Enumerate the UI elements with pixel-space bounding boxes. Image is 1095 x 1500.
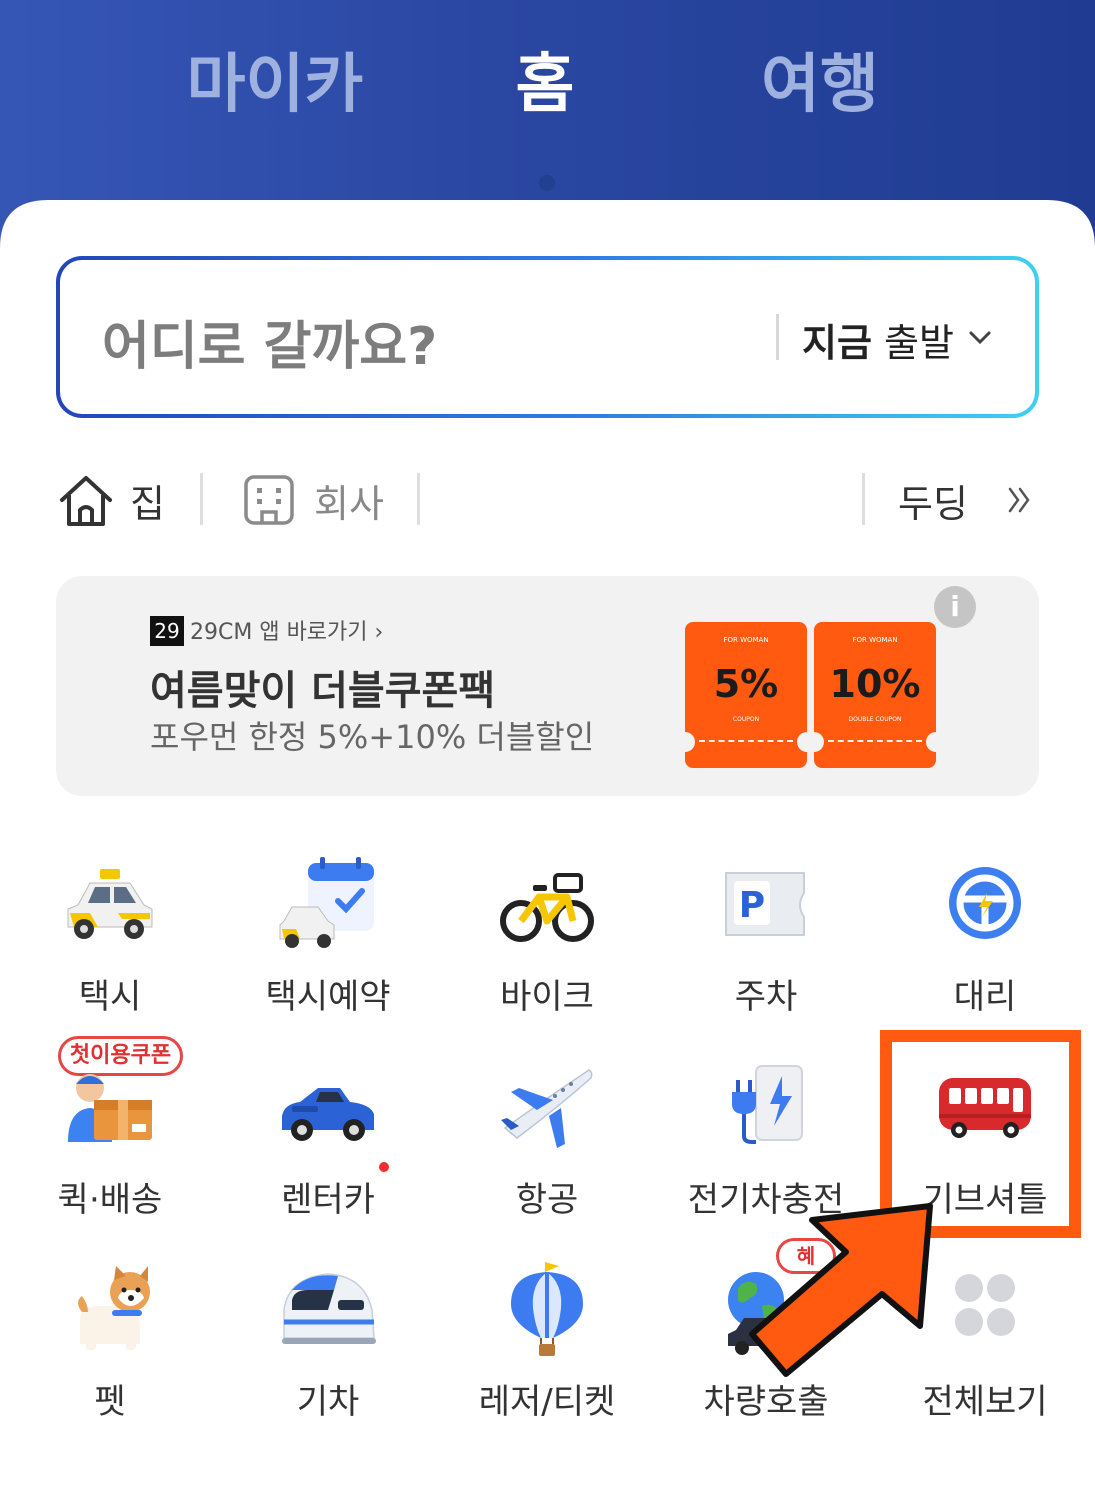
service-bike[interactable]: 바이크 [457, 855, 637, 1025]
coupon-notch [926, 732, 936, 752]
coupon-bottom-text: COUPON [732, 716, 760, 723]
service-train[interactable]: 기차 [238, 1260, 418, 1430]
depart-now: 지금 [802, 321, 872, 365]
service-label: 펫 [94, 1382, 126, 1422]
service-flight[interactable]: 항공 [457, 1058, 637, 1228]
place-home[interactable]: 집 [56, 465, 165, 535]
depart-label: 출발 [871, 321, 954, 365]
coupon-perforation [699, 740, 793, 742]
service-quick-delivery[interactable]: 퀵·배송 [20, 1058, 200, 1228]
coupon-notch [685, 732, 695, 752]
service-label: 대리 [953, 977, 1017, 1017]
service-label: 주차 [734, 977, 798, 1017]
coupon-bottom-text: DOUBLE COUPON [848, 716, 902, 723]
banner-subtitle: 포우먼 한정 5%+10% 더블할인 [150, 718, 595, 756]
place-work-label: 회사 [314, 481, 384, 526]
parking-icon: P [725, 872, 805, 936]
bike-icon [500, 873, 594, 942]
service-parking[interactable]: P 주차 [676, 855, 856, 1025]
delivery-person-icon [68, 1074, 152, 1142]
coupon-top-text: FOR WOMAN [723, 636, 769, 644]
coupon-notch [797, 732, 807, 752]
building-icon [244, 475, 294, 525]
banner-title: 여름맞이 더블쿠폰팩 [150, 668, 496, 714]
info-icon[interactable]: i [934, 586, 976, 628]
service-label: 레저/티켓 [478, 1382, 616, 1422]
brand-link[interactable]: 29CM 앱 바로가기 › [190, 614, 383, 646]
divider [200, 473, 203, 525]
taxi-calendar-icon [279, 857, 374, 948]
convertible-car-icon [282, 1088, 374, 1141]
taxi-icon [67, 869, 153, 939]
search-placeholder[interactable]: 어디로 갈까요? [102, 304, 437, 379]
search-divider [776, 314, 779, 360]
coupon-value: 10% [829, 662, 921, 706]
brand-badge: 29 [150, 616, 184, 646]
service-label: 항공 [515, 1180, 579, 1220]
promo-banner[interactable]: 29 29CM 앱 바로가기 › 여름맞이 더블쿠폰팩 포우먼 한정 5%+10… [56, 576, 1039, 796]
service-taxi[interactable]: 택시 [20, 855, 200, 1025]
grid-dots-icon [955, 1274, 1015, 1336]
service-label: 전체보기 [922, 1382, 1048, 1422]
service-rentcar[interactable]: 렌터카 [238, 1058, 418, 1228]
coupon-card-5: FOR WOMAN 5% COUPON [685, 622, 807, 768]
place-work[interactable]: 회사 [242, 465, 384, 535]
tab-home[interactable]: 홈 [470, 40, 620, 130]
pointer-arrow-icon [749, 1203, 933, 1377]
service-leisure[interactable]: 레저/티켓 [457, 1260, 637, 1430]
place-recent-label: 두딩 [898, 481, 968, 526]
divider [862, 473, 865, 525]
new-dot-badge [379, 1162, 389, 1172]
coupon-card-10: FOR WOMAN 10% DOUBLE COUPON [814, 622, 936, 768]
coupon-value: 5% [713, 662, 779, 706]
svg-text:P: P [739, 885, 765, 926]
search-box[interactable]: 어디로 갈까요? 지금 출발 [56, 256, 1039, 418]
service-taxi-reserve[interactable]: 택시예약 [238, 855, 418, 1025]
place-recent[interactable]: 두딩 [898, 465, 968, 535]
double-chevron-right-icon[interactable] [1006, 483, 1034, 517]
service-label: 택시예약 [265, 977, 391, 1017]
service-driver[interactable]: 대리 [895, 855, 1075, 1025]
chevron-down-icon[interactable] [965, 322, 995, 352]
ev-charger-icon [732, 1065, 803, 1144]
service-label: 렌터카 [281, 1180, 375, 1220]
service-label: 바이크 [500, 977, 594, 1017]
service-label: 택시 [78, 977, 142, 1017]
depart-time-selector[interactable]: 지금 출발 [802, 312, 954, 367]
divider [417, 473, 420, 525]
hot-air-balloon-icon [511, 1262, 583, 1356]
service-label: 차량호출 [703, 1382, 829, 1422]
place-home-label: 집 [130, 481, 165, 526]
coupon-top-text: FOR WOMAN [852, 636, 898, 644]
tab-mycar[interactable]: 마이카 [150, 40, 400, 130]
service-label: 퀵·배송 [57, 1180, 163, 1220]
home-indicator-dot [539, 175, 555, 191]
dog-icon [78, 1266, 150, 1350]
airplane-icon [501, 1069, 593, 1148]
favorite-places-row: 집 회사 두딩 [56, 465, 1039, 535]
coupon-perforation [828, 740, 922, 742]
tab-travel[interactable]: 여행 [700, 40, 940, 130]
train-icon [282, 1273, 376, 1344]
steering-wheel-icon [949, 867, 1021, 939]
home-icon [60, 476, 112, 526]
service-label: 기차 [296, 1382, 360, 1422]
service-pet[interactable]: 펫 [20, 1260, 200, 1430]
coupon-notch [814, 732, 824, 752]
